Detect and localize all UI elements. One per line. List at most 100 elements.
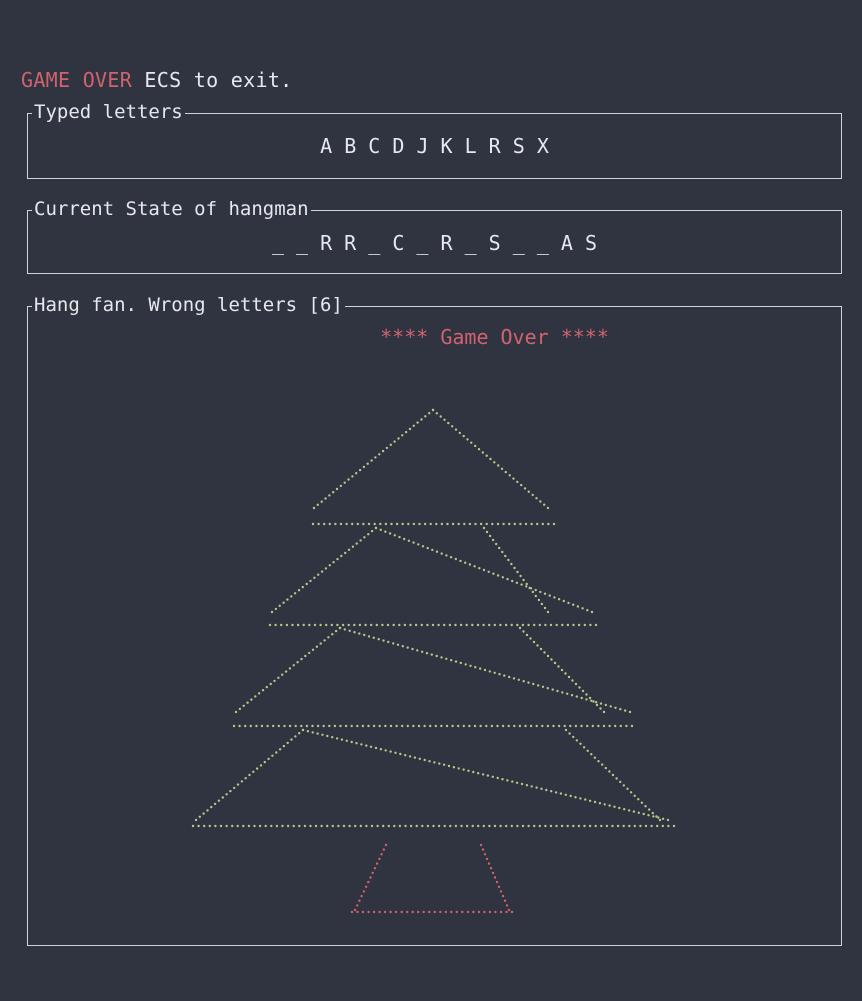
tree-edge-dot: [290, 595, 293, 598]
tree-edge-dot: [316, 732, 319, 735]
tree-base-dot: [521, 623, 525, 627]
tree-edge-dot: [420, 418, 423, 421]
tree-edge-dot: [331, 736, 334, 739]
tree-edge-dot: [324, 567, 328, 570]
tree-edge-dot: [236, 783, 240, 786]
tree-base-dot: [219, 824, 223, 828]
tree-base-dot: [208, 824, 211, 828]
tree-base-dot: [473, 724, 477, 728]
tree-edge-dot: [343, 628, 346, 631]
tree-base-dot: [533, 623, 536, 627]
tree-edge-dot: [504, 470, 507, 474]
tree-edge-dot: [308, 651, 311, 655]
tree-edge-dot: [445, 554, 448, 557]
tree-edge-dot: [198, 815, 201, 818]
tree-edge-dot: [546, 610, 550, 614]
tree-edge-dot: [394, 751, 397, 754]
tree-base-dot: [625, 724, 628, 728]
tree-base-dot: [508, 522, 511, 526]
tree-base-dot: [247, 824, 251, 828]
tree-base-dot: [454, 824, 458, 828]
tree-base-dot: [588, 824, 592, 828]
tree-edge-dot: [344, 551, 347, 555]
tree-edge-dot: [387, 640, 390, 644]
tree-base-dot: [426, 824, 430, 828]
tree-edge-dot: [467, 769, 470, 772]
tree-edge-dot: [365, 744, 368, 747]
tree-base-dot: [328, 522, 331, 526]
tree-base-dot: [491, 522, 494, 526]
tree-base-dot: [465, 623, 468, 627]
tree-edge-dot: [426, 546, 429, 550]
tree-edge-dot: [319, 642, 322, 645]
tree-edge-dot: [611, 773, 615, 777]
trunk-dot: [489, 867, 493, 870]
tree-base-dot: [443, 824, 446, 828]
tree-edge-dot: [328, 564, 331, 567]
tree-base-dot: [316, 724, 320, 728]
tree-edge-dot: [510, 562, 513, 566]
tree-base-dot: [389, 724, 393, 728]
tree-edge-dot: [551, 688, 554, 691]
tree-base-dot: [407, 522, 410, 526]
tree-base-dot: [266, 724, 269, 728]
tree-edge-dot: [473, 565, 476, 568]
tree-edge-dot: [316, 503, 319, 506]
tree-base-dot: [418, 522, 421, 526]
tree-base-dot: [549, 824, 553, 828]
tree-edge-dot: [545, 788, 548, 792]
tree-base-dot: [622, 824, 625, 828]
tree-base-dot: [630, 724, 634, 728]
tree-base-dot: [513, 522, 516, 526]
game-over-label: GAME OVER: [21, 68, 133, 92]
tree-base-dot: [351, 522, 354, 526]
tree-edge-dot: [257, 692, 261, 695]
tree-base-dot: [485, 724, 488, 728]
tree-base-dot: [434, 724, 437, 728]
tree-base-dot: [516, 623, 519, 627]
tree-edge-dot: [416, 649, 419, 652]
tree-base-dot: [393, 824, 396, 828]
trunk-dot: [455, 910, 458, 914]
tree-edge-dot: [567, 675, 571, 679]
tree-edge-dot: [608, 804, 611, 807]
tree-edge-dot: [363, 536, 366, 539]
tree-edge-dot: [570, 694, 574, 697]
trunk-dot: [487, 862, 491, 865]
tree-base-dot: [260, 724, 264, 728]
tree-edge-dot: [332, 491, 335, 494]
trunk-dot: [483, 910, 486, 914]
tree-base-dot: [493, 824, 497, 828]
tree-base-dot: [661, 824, 664, 828]
tree-base-dot: [555, 824, 558, 828]
tree-edge-dot: [393, 440, 396, 443]
tree-edge-dot: [323, 639, 326, 642]
tree-edge-dot: [485, 454, 488, 457]
tree-edge-dot: [482, 568, 486, 572]
tree-base-dot: [379, 522, 382, 526]
tree-base-dot: [611, 824, 614, 828]
tree-base-dot: [392, 623, 395, 627]
tree-base-dot: [468, 522, 472, 526]
tree-base-dot: [356, 522, 359, 526]
tree-base-dot: [459, 623, 463, 627]
tree-base-dot: [616, 824, 620, 828]
tree-edge-dot: [661, 817, 665, 820]
trunk-dot: [444, 910, 447, 914]
trunk-dot: [488, 910, 492, 914]
tree-edge-dot: [511, 579, 514, 583]
tree-base-dot: [426, 623, 429, 627]
tree-base-dot: [502, 522, 505, 526]
tree-edge-dot: [530, 785, 533, 788]
trunk-dot: [472, 910, 475, 914]
tree-edge-dot: [225, 793, 228, 796]
trunk-dot: [364, 885, 368, 888]
tree-base-dot: [510, 623, 513, 627]
typed-letters-list: A B C D J K L R S X: [320, 134, 549, 158]
tree-base-dot: [580, 724, 583, 728]
tree-edge-dot: [435, 550, 439, 553]
tree-edge-dot: [466, 438, 469, 441]
tree-edge-dot: [362, 465, 366, 469]
tree-base-dot: [370, 824, 374, 828]
tree-base-dot: [356, 724, 359, 728]
